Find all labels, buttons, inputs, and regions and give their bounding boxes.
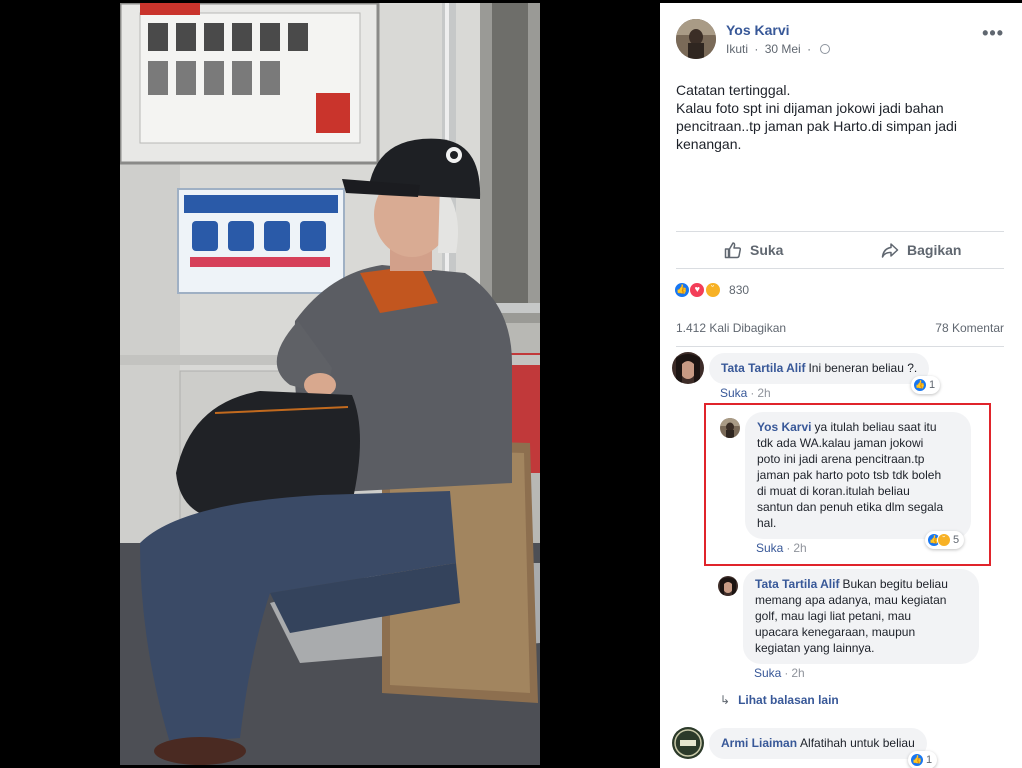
comment-author[interactable]: Tata Tartila Alif [721,361,805,375]
commenter-avatar[interactable] [672,352,704,384]
comment-text-line: upacara kenegaraan, maupun [755,625,916,639]
comment-meta: Suka · 2h [754,666,805,680]
comment-reaction-count: 1 [929,379,936,391]
share-count[interactable]: 1.412 Kali Dibagikan [676,321,786,335]
comment-like-button[interactable]: Suka [756,541,783,555]
follow-link[interactable]: Ikuti [726,42,748,56]
comment-text-line: santun dan penuh etika dlm segala [757,500,944,514]
like-label: Suka [750,242,784,258]
commenter-avatar[interactable] [718,576,738,596]
comment-text-line: kegiatan yang lainnya. [755,641,875,655]
view-more-replies-link[interactable]: ↳ Lihat balasan lain [720,693,839,707]
post-date[interactable]: 30 Mei [765,42,801,56]
sad-reaction-icon: ˘ [704,282,721,298]
comment-count[interactable]: 78 Komentar [935,321,1004,335]
globe-icon [820,44,831,54]
post-actions: Suka Bagikan [676,231,1004,269]
post-meta: Ikuti · 30 Mei · [726,42,831,56]
comment-author[interactable]: Armi Liaiman [721,736,797,750]
post-text-line: Kalau foto spt ini dijaman jokowi jadi b… [676,100,944,116]
comment-time[interactable]: 2h [791,666,804,680]
comment-text-line: Bukan begitu beliau [842,577,948,591]
comment-text: Ini beneran beliau ?. [808,361,918,375]
reply-bubble: Yos Karvi ya itulah beliau saat itu tdk a… [745,412,971,539]
post-stats: 1.412 Kali Dibagikan 78 Komentar [676,315,1004,347]
comment-text-line: di muat di koran.itulah beliau [757,484,910,498]
comment-text-line: ya itulah beliau saat itu [814,420,937,434]
comment-reactions[interactable]: 👍 1 [908,751,938,768]
post-text-line: Catatan tertinggal. [676,82,791,98]
comment-time[interactable]: 2h [757,386,770,400]
comment-like-button[interactable]: Suka [720,386,747,400]
comment-text-line: poto ini jadi arena pencitraan.tp [757,452,925,466]
comment-author[interactable]: Yos Karvi [757,420,811,434]
share-button[interactable]: Bagikan [881,232,961,268]
commenter-avatar[interactable] [720,418,740,438]
like-reaction-icon: 👍 [910,753,924,768]
like-reaction-icon: 👍 [913,378,927,393]
comment-reaction-count: 5 [953,534,960,546]
reaction-count: 830 [729,283,750,297]
comment-meta: Suka · 2h [756,541,807,555]
comment-text: Alfatihah untuk beliau [800,736,915,750]
comment-text-line: memang apa adanya, mau kegiatan [755,593,947,607]
comment-bubble: Tata Tartila Alif Ini beneran beliau ?. [709,353,930,384]
meta-separator-2: · [807,42,812,56]
post-photo[interactable] [120,3,540,765]
post-author[interactable]: Yos Karvi [726,22,790,38]
comment-time[interactable]: 2h [793,541,806,555]
post-text-line: pencitraan..tp jaman pak Harto.di simpan… [676,118,957,134]
reply-arrow-icon: ↳ [720,693,731,707]
reaction-summary[interactable]: 👍 ♥ ˘ 830 [674,282,749,302]
comment-bubble: Armi Liaiman Alfatihah untuk beliau [709,728,927,759]
comment-text-line: tdk ada WA.kalau jaman jokowi [757,436,924,450]
comment-text-line: hal. [757,516,777,530]
more-horizontal-icon[interactable]: ••• [982,23,1004,44]
comment-reaction-count: 1 [926,754,933,766]
meta-separator: · [754,42,759,56]
comment-text-line: golf, mau lagi liat petani, mau [755,609,912,623]
comment-meta: Suka · 2h [720,386,771,400]
comment-reactions[interactable]: 👍 1 [911,376,941,394]
love-reaction-icon: ♥ [689,282,706,298]
more-replies-label: Lihat balasan lain [738,693,839,707]
post-text: Catatan tertinggal. Kalau foto spt ini d… [676,81,996,153]
reply-bubble: Tata Tartila Alif Bukan begitu beliau mem… [743,569,979,664]
comment-reactions[interactable]: 👍 ˘ 5 [925,531,965,549]
post-text-line: kenangan. [676,136,742,152]
sad-reaction-icon: ˘ [937,533,951,548]
author-avatar[interactable] [676,19,716,59]
comment-text-line: jaman pak harto poto tsb tdk boleh [757,468,942,482]
comment-author[interactable]: Tata Tartila Alif [755,577,839,591]
comment-like-button[interactable]: Suka [754,666,781,680]
share-arrow-icon [881,243,899,258]
post-header: Yos Karvi Ikuti · 30 Mei · ••• [676,19,1010,59]
commenter-avatar[interactable] [672,727,704,759]
thumbs-up-icon [724,242,741,259]
share-label: Bagikan [907,242,962,258]
like-button[interactable]: Suka [724,232,783,268]
like-reaction-icon: 👍 [674,282,690,298]
photo-stage [0,0,660,768]
